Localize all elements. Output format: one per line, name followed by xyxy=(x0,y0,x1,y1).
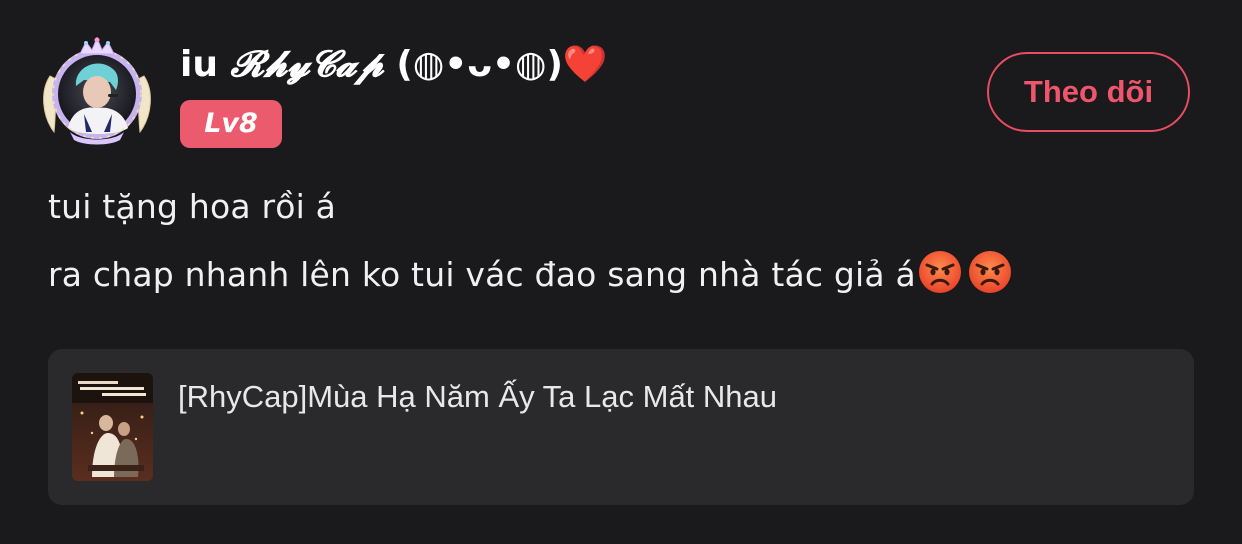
comment-text-line2: ra chap nhanh lên ko tui vác đao sang nh… xyxy=(48,250,1012,300)
username[interactable]: iu 𝓡𝓱𝔂𝓒𝓪𝓹 (◍•ᴗ•◍)❤️ xyxy=(180,36,608,92)
follow-button[interactable]: Theo dõi xyxy=(987,52,1190,132)
comment-text-line1: tui tặng hoa rồi á xyxy=(48,187,337,226)
username-fancy: 𝓡𝓱𝔂𝓒𝓪𝓹 xyxy=(230,43,384,85)
story-title: [RhyCap]Mùa Hạ Năm Ấy Ta Lạc Mất Nhau xyxy=(178,379,778,414)
angry-face-icon xyxy=(968,251,1011,293)
comment-text-line2-text: ra chap nhanh lên ko tui vác đao sang nh… xyxy=(48,255,916,294)
avatar-frame-icon xyxy=(43,36,151,145)
username-prefix: iu xyxy=(180,44,231,85)
avatar[interactable] xyxy=(40,36,154,146)
username-suffix: (◍•ᴗ•◍) xyxy=(383,44,563,85)
story-cover-image xyxy=(72,373,153,481)
angry-face-icon xyxy=(918,251,961,293)
heart-icon: ❤️ xyxy=(562,44,608,85)
story-card[interactable]: [RhyCap]Mùa Hạ Năm Ấy Ta Lạc Mất Nhau xyxy=(48,349,1194,505)
level-badge: Lv8 xyxy=(180,100,282,148)
